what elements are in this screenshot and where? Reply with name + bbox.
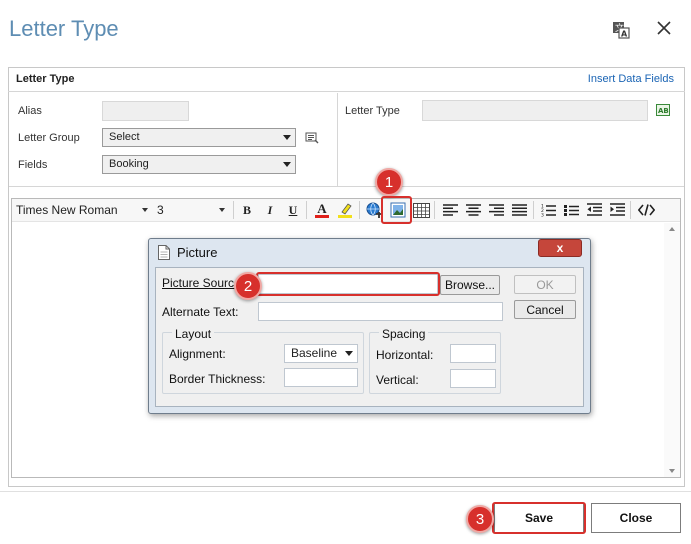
chevron-down-icon (219, 208, 225, 212)
insert-table-icon[interactable] (412, 201, 430, 219)
annotation-marker-3: 3 (466, 505, 494, 533)
toolbar-separator (306, 201, 307, 219)
toolbar-separator (359, 201, 360, 219)
section-divider (9, 186, 684, 187)
letter-type-label: Letter Type (345, 105, 400, 117)
toolbar-separator (630, 201, 631, 219)
picture-source-highlight (256, 272, 440, 296)
close-icon[interactable] (654, 18, 674, 38)
fields-value: Booking (109, 158, 149, 170)
border-thickness-label: Border Thickness: (169, 372, 266, 386)
font-color-letter: A (317, 201, 327, 216)
alignment-label: Alignment: (169, 347, 226, 361)
font-family-value: Times New Roman (16, 203, 118, 217)
fields-select[interactable]: Booking (102, 155, 296, 174)
chevron-down-icon (345, 351, 353, 356)
align-right-icon[interactable] (487, 201, 505, 219)
vertical-input[interactable] (450, 369, 496, 388)
italic-button[interactable]: I (261, 201, 279, 219)
text-field-icon[interactable]: AB (656, 104, 670, 116)
toolbar-separator (533, 201, 534, 219)
underline-button[interactable]: U (284, 201, 302, 219)
page-title: Letter Type (9, 16, 119, 41)
horizontal-input[interactable] (450, 344, 496, 363)
letter-group-select[interactable]: Select (102, 128, 296, 147)
column-divider (337, 93, 338, 186)
insert-picture-highlight (381, 196, 412, 224)
letter-group-value: Select (109, 131, 140, 143)
alignment-value: Baseline (291, 346, 338, 360)
alternate-text-input[interactable] (258, 302, 503, 321)
list-edit-icon[interactable] (305, 131, 319, 145)
fields-label: Fields (18, 159, 48, 171)
horizontal-label: Horizontal: (376, 348, 434, 362)
ok-button[interactable]: OK (514, 275, 576, 294)
justify-icon[interactable] (510, 201, 528, 219)
align-left-icon[interactable] (441, 201, 459, 219)
highlight-icon[interactable] (336, 201, 354, 219)
bullet-list-icon[interactable] (562, 201, 580, 219)
layout-group-title: Layout (172, 327, 215, 341)
dialog-title: Picture (177, 245, 218, 260)
panel-header (8, 67, 685, 92)
dialog-close-button[interactable]: x (538, 239, 582, 257)
toolbar-separator (434, 201, 435, 219)
bold-button[interactable]: B (238, 201, 256, 219)
annotation-marker-2: 2 (234, 272, 262, 300)
outdent-icon[interactable] (585, 201, 603, 219)
editor-scrollbar[interactable] (664, 223, 680, 477)
alignment-select[interactable]: Baseline (284, 344, 358, 363)
font-size-select[interactable]: 3 (157, 202, 227, 218)
indent-icon[interactable] (608, 201, 626, 219)
picture-source-label: Picture Source: (162, 276, 245, 290)
close-button[interactable]: Close (591, 503, 681, 533)
chevron-down-icon (283, 135, 291, 140)
border-thickness-input[interactable] (284, 368, 358, 387)
svg-text:3: 3 (541, 213, 544, 218)
save-highlight (492, 502, 586, 534)
toolbar-separator (233, 201, 234, 219)
font-family-select[interactable]: Times New Roman (16, 202, 150, 218)
cancel-button[interactable]: Cancel (514, 300, 576, 319)
alias-input[interactable] (102, 101, 189, 121)
font-color-bar (315, 215, 329, 218)
footer-divider (0, 491, 691, 492)
document-icon (158, 245, 172, 261)
svg-text:A: A (621, 30, 628, 39)
alias-label: Alias (18, 105, 42, 117)
translate-icon[interactable]: 文 A (611, 20, 631, 40)
letter-group-label: Letter Group (18, 132, 80, 144)
panel-title: Letter Type (16, 73, 75, 85)
insert-data-fields-link[interactable]: Insert Data Fields (588, 73, 674, 85)
spacing-group-title: Spacing (379, 327, 429, 341)
svg-text:AB: AB (658, 107, 669, 115)
chevron-down-icon (283, 162, 291, 167)
letter-type-input[interactable] (422, 100, 648, 121)
numbered-list-icon[interactable]: 1 2 3 (539, 201, 557, 219)
font-color-button[interactable]: A (313, 201, 331, 219)
alternate-text-label: Alternate Text: (162, 305, 239, 319)
font-size-value: 3 (157, 203, 164, 217)
browse-button[interactable]: Browse... (440, 275, 500, 295)
chevron-down-icon (142, 208, 148, 212)
source-code-icon[interactable] (637, 201, 655, 219)
vertical-label: Vertical: (376, 373, 419, 387)
annotation-marker-1: 1 (375, 168, 403, 196)
align-center-icon[interactable] (464, 201, 482, 219)
